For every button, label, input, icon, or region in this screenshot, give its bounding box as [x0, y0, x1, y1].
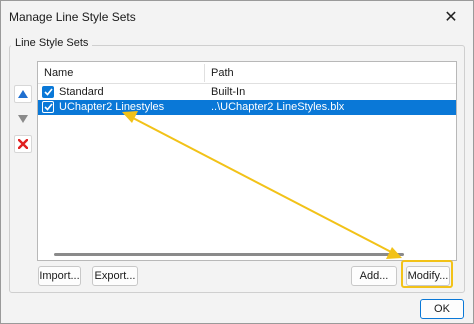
add-button[interactable]: Add... — [351, 266, 397, 286]
ok-button[interactable]: OK — [420, 299, 464, 319]
delete-icon — [18, 139, 28, 149]
checkbox-standard[interactable] — [42, 86, 54, 98]
row-path: ..\UChapter2 LineStyles.blx — [211, 101, 345, 113]
manage-line-style-sets-dialog: Manage Line Style Sets ✕ Line Style Sets… — [0, 0, 474, 324]
move-up-icon — [18, 90, 28, 98]
group-label: Line Style Sets — [11, 37, 93, 49]
row-name: UChapter2 Linestyles — [59, 101, 165, 113]
row-name: Standard — [59, 86, 104, 98]
list-header: Name Path — [38, 62, 456, 84]
column-separator[interactable] — [204, 64, 205, 82]
checkmark-icon — [43, 103, 53, 111]
close-button[interactable]: ✕ — [431, 3, 471, 31]
modify-button-highlight — [401, 260, 453, 288]
line-style-sets-list[interactable]: Name Path Standard Built-In UChapter2 Li… — [37, 61, 457, 261]
checkbox-uchapter2[interactable] — [42, 101, 54, 113]
list-item[interactable]: Standard Built-In — [38, 85, 456, 100]
column-header-name[interactable]: Name — [44, 67, 73, 79]
export-button[interactable]: Export... — [92, 266, 138, 286]
title-bar: Manage Line Style Sets ✕ — [1, 1, 473, 33]
horizontal-scrollbar[interactable] — [38, 248, 456, 260]
column-header-path[interactable]: Path — [211, 67, 234, 79]
scrollbar-thumb[interactable] — [54, 253, 404, 256]
window-title: Manage Line Style Sets — [9, 10, 136, 24]
close-icon: ✕ — [444, 9, 458, 26]
checkmark-icon — [43, 88, 53, 96]
move-down-button[interactable] — [14, 110, 32, 128]
delete-button[interactable] — [14, 135, 32, 153]
move-down-icon — [18, 115, 28, 123]
row-path: Built-In — [211, 86, 246, 98]
import-button[interactable]: Import... — [38, 266, 81, 286]
move-up-button[interactable] — [14, 85, 32, 103]
list-item-selected[interactable]: UChapter2 Linestyles ..\UChapter2 LineSt… — [38, 100, 456, 115]
